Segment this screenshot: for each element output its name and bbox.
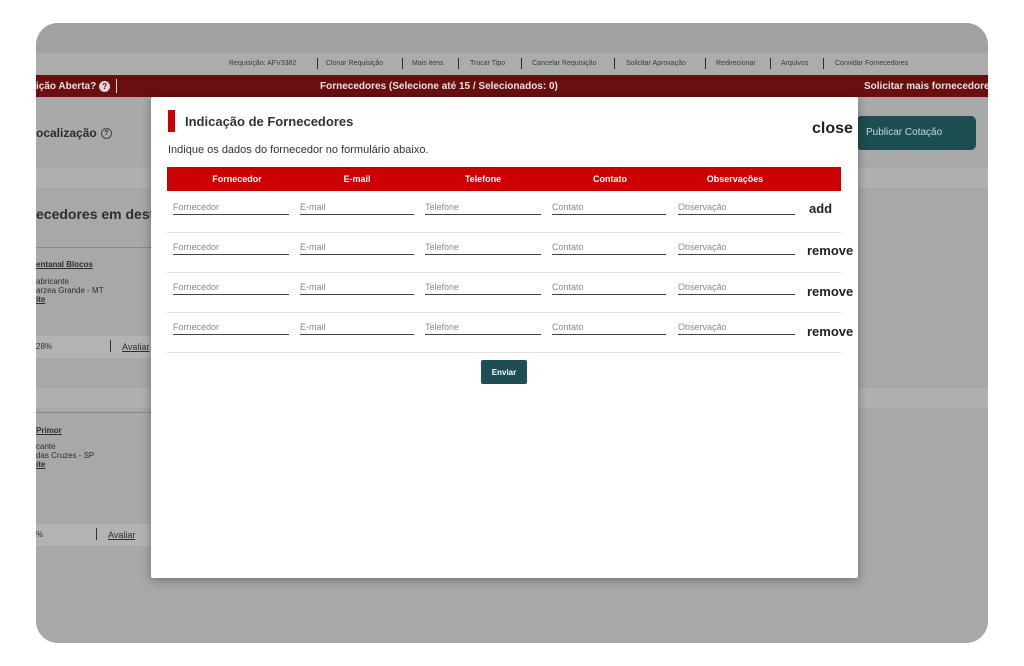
footer-separator xyxy=(96,528,97,540)
supplier-card-name[interactable]: entanal Blocos xyxy=(36,260,93,269)
column-header-email: E-mail xyxy=(343,174,371,184)
remove-row-button[interactable]: remove xyxy=(807,284,853,299)
supplier-card-type: abricante xyxy=(36,277,69,286)
remove-row-button[interactable]: remove xyxy=(807,243,853,258)
supplier-selection-bar: ição Aberta?? Fornecedores (Selecione at… xyxy=(36,75,988,97)
nav-cancelar-requisicao[interactable]: Cancelar Requisição xyxy=(532,60,597,67)
redbar-left-label: ição Aberta?? xyxy=(36,81,111,92)
supplier-form-row: add xyxy=(167,193,841,233)
phone-input[interactable] xyxy=(425,279,541,295)
featured-suppliers-title: ecedores em desta xyxy=(36,206,163,222)
info-icon[interactable]: ? xyxy=(100,128,112,140)
modal-title: Indicação de Fornecedores xyxy=(185,114,354,129)
nav-trocar-tipo[interactable]: Trocar Tipo xyxy=(470,60,505,67)
contact-input[interactable] xyxy=(552,279,666,295)
rate-supplier-link[interactable]: Avaliar xyxy=(108,530,135,540)
supplier-card-city: das Cruzes - SP xyxy=(36,451,95,460)
email-input[interactable] xyxy=(300,199,414,215)
request-more-suppliers-link[interactable]: Solicitar mais fornecedore xyxy=(864,81,988,92)
contact-input[interactable] xyxy=(552,239,666,255)
phone-input[interactable] xyxy=(425,239,541,255)
localization-label: ocalização? xyxy=(36,126,112,140)
supplier-card-city: arzea Grande - MT xyxy=(36,286,104,295)
column-header-contato: Contato xyxy=(593,174,627,184)
modal-subtitle: Indique os dados do fornecedor no formul… xyxy=(168,144,429,156)
nav-separator xyxy=(458,58,459,69)
nav-separator xyxy=(770,58,771,69)
supplier-card-name[interactable]: Primor xyxy=(36,426,62,435)
contact-input[interactable] xyxy=(552,199,666,215)
supplier-name-input[interactable] xyxy=(173,239,289,255)
redbar-selection-count: Fornecedores (Selecione até 15 / Selecio… xyxy=(320,81,558,92)
supplier-card-stat: % xyxy=(36,530,44,539)
observation-input[interactable] xyxy=(678,239,795,255)
action-nav-bar: Requisição: AFV3382 Clonar Requisição Ma… xyxy=(36,53,988,75)
supplier-card-footer: % Avaliar xyxy=(36,524,152,546)
supplier-card-stat: 28% xyxy=(36,342,53,351)
nav-separator xyxy=(521,58,522,69)
publish-quotation-button[interactable]: Publicar Cotação xyxy=(856,116,976,150)
nav-separator xyxy=(402,58,403,69)
phone-input[interactable] xyxy=(425,319,541,335)
card-divider xyxy=(36,247,152,248)
supplier-name-input[interactable] xyxy=(173,199,289,215)
top-strip xyxy=(36,23,988,53)
nav-redirecionar[interactable]: Redirecionar xyxy=(716,60,756,67)
supplier-form-row: remove xyxy=(167,313,853,353)
column-header-observacoes: Observações xyxy=(706,174,764,184)
nav-separator xyxy=(705,58,706,69)
supplier-form-row: remove xyxy=(167,233,853,273)
table-header: Fornecedor E-mail Telefone Contato Obser… xyxy=(167,167,841,191)
nav-solicitar-aprovacao[interactable]: Solicitar Aprovação xyxy=(626,60,686,67)
supplier-card-type: cante xyxy=(36,442,56,451)
column-header-fornecedor: Fornecedor xyxy=(212,174,262,184)
supplier-referral-modal: Indicação de Fornecedores close Indique … xyxy=(151,97,858,578)
title-accent-bar xyxy=(168,110,175,132)
nav-separator xyxy=(614,58,615,69)
supplier-card-site-link[interactable]: ite xyxy=(36,460,45,469)
observation-input[interactable] xyxy=(678,279,795,295)
contact-input[interactable] xyxy=(552,319,666,335)
supplier-name-input[interactable] xyxy=(173,279,289,295)
nav-arquivos[interactable]: Arquivos xyxy=(781,60,808,67)
help-icon[interactable]: ? xyxy=(99,81,111,92)
supplier-card-footer: 28% Avaliar xyxy=(36,336,152,358)
nav-separator xyxy=(317,58,318,69)
phone-input[interactable] xyxy=(425,199,541,215)
nav-separator xyxy=(823,58,824,69)
add-row-button[interactable]: add xyxy=(809,201,832,216)
email-input[interactable] xyxy=(300,239,414,255)
column-header-telefone: Telefone xyxy=(464,174,502,184)
email-input[interactable] xyxy=(300,319,414,335)
rate-supplier-link[interactable]: Avaliar xyxy=(122,342,149,352)
nav-mais-itens[interactable]: Mais itens xyxy=(412,60,444,67)
email-input[interactable] xyxy=(300,279,414,295)
redbar-separator xyxy=(116,79,117,93)
card-divider xyxy=(36,412,152,413)
supplier-card-site-link[interactable]: ite xyxy=(36,295,45,304)
footer-separator xyxy=(110,340,111,352)
supplier-form-row: remove xyxy=(167,273,853,313)
observation-input[interactable] xyxy=(678,319,795,335)
supplier-name-input[interactable] xyxy=(173,319,289,335)
observation-input[interactable] xyxy=(678,199,795,215)
remove-row-button[interactable]: remove xyxy=(807,324,853,339)
nav-requisicao-id[interactable]: Requisição: AFV3382 xyxy=(229,60,296,67)
nav-clonar-requisicao[interactable]: Clonar Requisição xyxy=(326,60,383,67)
close-button[interactable]: close xyxy=(812,120,853,138)
nav-convidar-fornecedores[interactable]: Convidar Fornecedores xyxy=(835,60,908,67)
submit-button[interactable]: Enviar xyxy=(481,360,527,384)
